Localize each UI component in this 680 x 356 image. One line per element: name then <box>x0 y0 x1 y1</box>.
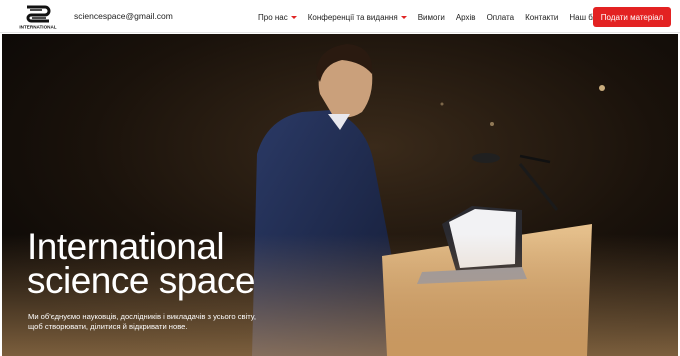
nav-item-requirements[interactable]: Вимоги <box>418 13 445 22</box>
hero-title: International science space <box>27 226 255 301</box>
nav-item-about[interactable]: Про нас <box>258 13 297 22</box>
nav-item-archive[interactable]: Архів <box>456 13 476 22</box>
nav-item-label: Архів <box>455 12 476 22</box>
hero-title-line: International <box>27 226 225 267</box>
hero-subtitle: Ми об'єднуємо науковців, дослідників і в… <box>28 312 256 331</box>
main-nav: Про нас Конференції та видання Вимоги Ар… <box>258 11 616 23</box>
logo-icon: INTERNATIONAL <box>19 5 57 30</box>
chevron-down-icon <box>290 15 297 19</box>
contact-email[interactable]: sciencespace@gmail.com <box>74 11 173 21</box>
nav-item-label: Вимоги <box>417 12 445 22</box>
logo-wordmark: INTERNATIONAL <box>19 25 56 30</box>
nav-item-label: Оплата <box>486 12 515 22</box>
hero-photo <box>2 34 678 356</box>
nav-item-label: Про нас <box>258 12 288 22</box>
hero-banner: International science space Ми об'єднуєм… <box>2 34 678 356</box>
site-logo[interactable]: INTERNATIONAL <box>18 4 58 30</box>
chevron-down-icon <box>400 15 407 19</box>
nav-item-conferences[interactable]: Конференції та видання <box>308 13 407 22</box>
submit-material-button[interactable]: Подати матеріал <box>593 7 671 27</box>
nav-item-label: Контакти <box>525 12 559 22</box>
hero-title-line: science space <box>27 260 255 301</box>
nav-item-label: Конференції та видання <box>307 12 398 22</box>
site-header: INTERNATIONAL sciencespace@gmail.com Про… <box>0 0 680 33</box>
nav-item-contacts[interactable]: Контакти <box>525 13 558 22</box>
nav-item-payment[interactable]: Оплата <box>487 13 515 22</box>
